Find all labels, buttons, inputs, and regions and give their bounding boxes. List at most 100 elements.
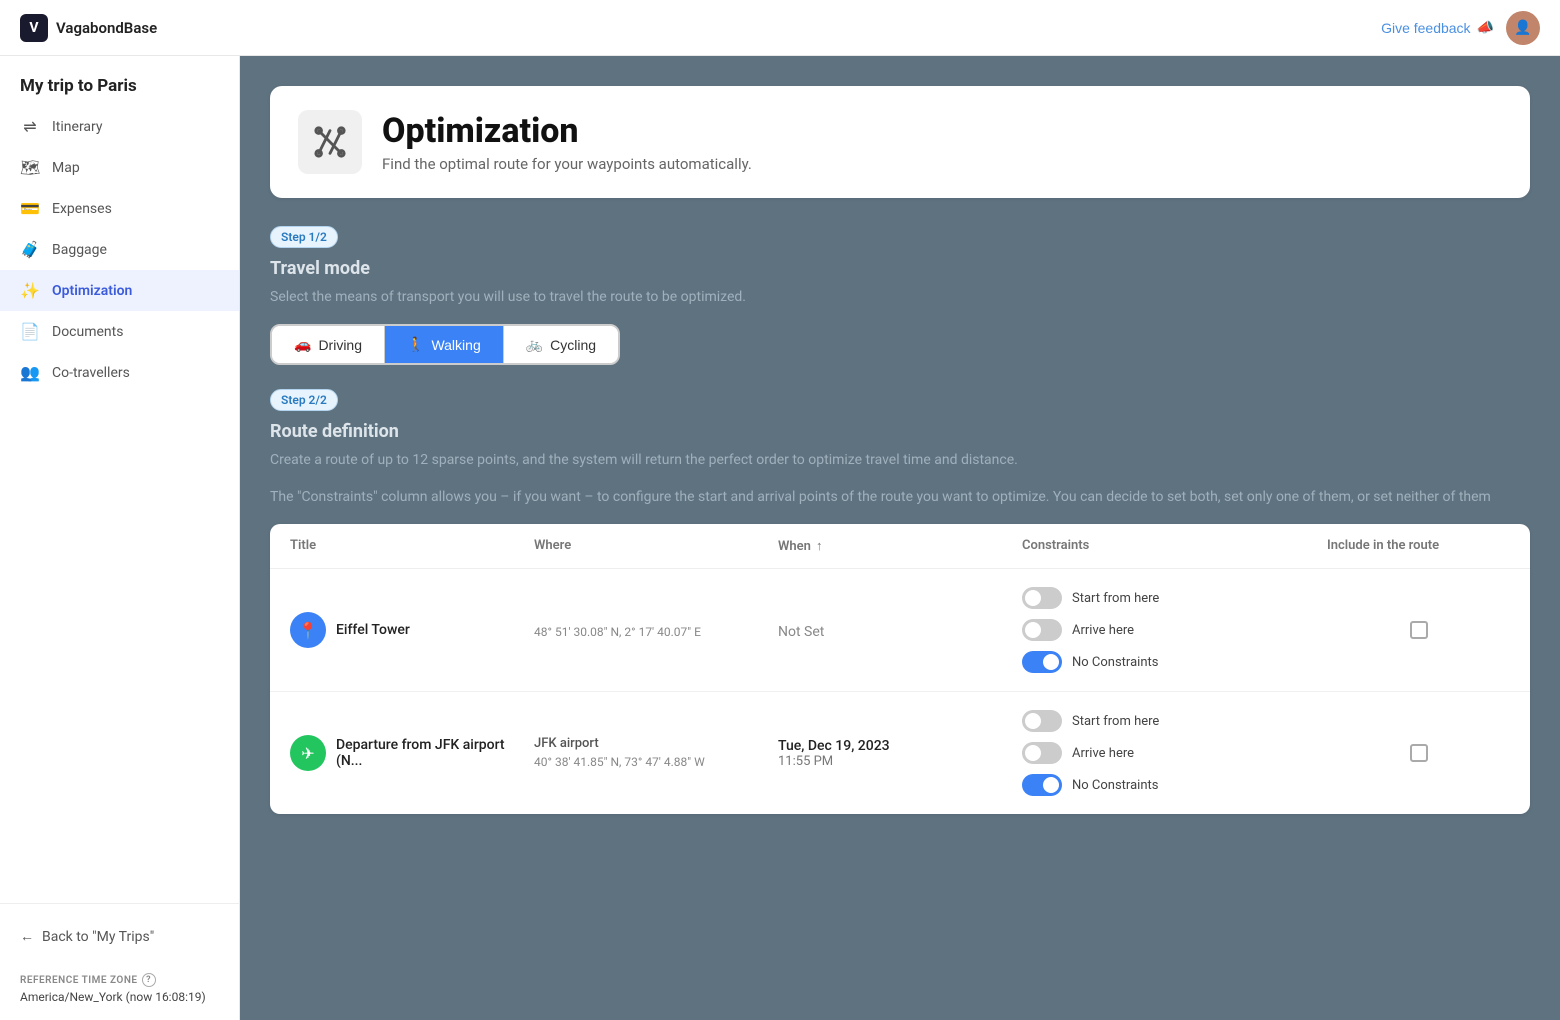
arrive-here-label: Arrive here xyxy=(1072,623,1134,638)
walking-label: Walking xyxy=(431,337,480,353)
start-from-here-row-eiffel: Start from here xyxy=(1022,587,1327,609)
when-eiffel: Not Set xyxy=(778,621,1022,640)
sidebar-item-label: Itinerary xyxy=(52,119,103,135)
step2-desc1: Create a route of up to 12 sparse points… xyxy=(270,450,1530,471)
place-cell-eiffel: 📍 Eiffel Tower xyxy=(290,612,534,648)
optimization-header-card: Optimization Find the optimal route for … xyxy=(270,86,1530,198)
no-constraints-row-jfk: No Constraints xyxy=(1022,774,1327,796)
arrive-here-toggle-jfk[interactable] xyxy=(1022,742,1062,764)
sidebar-item-label: Co-travellers xyxy=(52,365,130,381)
step1-desc: Select the means of transport you will u… xyxy=(270,287,1530,308)
top-navigation: V VagabondBase Give feedback 📣 👤 xyxy=(0,0,1560,56)
include-checkbox-jfk[interactable] xyxy=(1410,744,1428,762)
sidebar-item-map[interactable]: 🗺 Map xyxy=(0,147,239,188)
sidebar-nav: ⇌ Itinerary 🗺 Map 💳 Expenses 🧳 Baggage ✨… xyxy=(0,106,239,903)
sidebar-item-expenses[interactable]: 💳 Expenses xyxy=(0,188,239,229)
no-constraints-label: No Constraints xyxy=(1072,655,1158,670)
give-feedback-button[interactable]: Give feedback 📣 xyxy=(1381,19,1494,36)
place-cell-jfk: ✈ Departure from JFK airport (N... xyxy=(290,735,534,771)
col-title-header: Title xyxy=(290,538,534,554)
route-table-header: Title Where When ↑ Constraints Include i… xyxy=(270,524,1530,569)
step2-section: Step 2/2 Route definition Create a route… xyxy=(270,389,1530,814)
place-icon-jfk: ✈ xyxy=(290,735,326,771)
driving-icon: 🚗 xyxy=(294,336,311,353)
arrive-here-label-jfk: Arrive here xyxy=(1072,746,1134,761)
sidebar: My trip to Paris ⇌ Itinerary 🗺 Map 💳 Exp… xyxy=(0,56,240,1020)
start-from-here-row-jfk: Start from here xyxy=(1022,710,1327,732)
sidebar-item-co-travellers[interactable]: 👥 Co-travellers xyxy=(0,352,239,393)
col-where-header: Where xyxy=(534,538,778,554)
travel-mode-group: 🚗 Driving 🚶 Walking 🚲 Cycling xyxy=(270,324,620,365)
start-from-here-toggle-eiffel[interactable] xyxy=(1022,587,1062,609)
table-row: 📍 Eiffel Tower 48° 51' 30.08" N, 2° 17' … xyxy=(270,569,1530,692)
arrive-here-row-jfk: Arrive here xyxy=(1022,742,1327,764)
col-when-header: When ↑ xyxy=(778,538,1022,554)
step1-badge: Step 1/2 xyxy=(270,226,338,248)
sidebar-bottom: ← Back to "My Trips" xyxy=(0,903,239,963)
optimization-title: Optimization xyxy=(382,111,752,151)
walking-icon: 🚶 xyxy=(407,336,424,353)
expenses-icon: 💳 xyxy=(20,199,40,218)
main-content: Optimization Find the optimal route for … xyxy=(240,56,1560,1020)
logo-icon: V xyxy=(20,14,48,42)
include-col-jfk xyxy=(1327,744,1510,762)
route-table: Title Where When ↑ Constraints Include i… xyxy=(270,524,1530,814)
step1-title: Travel mode xyxy=(270,258,1530,279)
avatar[interactable]: 👤 xyxy=(1506,11,1540,45)
driving-label: Driving xyxy=(318,337,362,353)
sidebar-item-itinerary[interactable]: ⇌ Itinerary xyxy=(0,106,239,147)
sidebar-item-label: Map xyxy=(52,160,80,176)
step2-desc2: The "Constraints" column allows you – if… xyxy=(270,487,1530,508)
coords-eiffel: 48° 51' 30.08" N, 2° 17' 40.07" E xyxy=(534,621,778,640)
arrive-here-toggle-eiffel[interactable] xyxy=(1022,619,1062,641)
co-travellers-icon: 👥 xyxy=(20,363,40,382)
trip-title: My trip to Paris xyxy=(0,56,239,106)
constraints-eiffel: Start from here Arrive here No Constrain… xyxy=(1022,587,1327,673)
timezone-section: REFERENCE TIME ZONE ? America/New_York (… xyxy=(0,963,239,1020)
sort-icon[interactable]: ↑ xyxy=(816,538,823,554)
arrive-here-row-eiffel: Arrive here xyxy=(1022,619,1327,641)
no-constraints-toggle-jfk[interactable] xyxy=(1022,774,1062,796)
step1-section: Step 1/2 Travel mode Select the means of… xyxy=(270,226,1530,365)
no-constraints-label-jfk: No Constraints xyxy=(1072,778,1158,793)
back-arrow-icon: ← xyxy=(20,928,34,945)
constraints-jfk: Start from here Arrive here No Constrain… xyxy=(1022,710,1327,796)
step2-title: Route definition xyxy=(270,421,1530,442)
itinerary-icon: ⇌ xyxy=(20,117,40,136)
sidebar-item-label: Documents xyxy=(52,324,123,340)
sidebar-item-optimization[interactable]: ✨ Optimization xyxy=(0,270,239,311)
col-include-header: Include in the route xyxy=(1327,538,1510,554)
back-to-my-trips-button[interactable]: ← Back to "My Trips" xyxy=(20,920,219,953)
jfk-airport-label: JFK airport xyxy=(534,736,778,751)
tz-info-icon: ? xyxy=(142,973,156,987)
sidebar-item-baggage[interactable]: 🧳 Baggage xyxy=(0,229,239,270)
start-from-here-label-jfk: Start from here xyxy=(1072,714,1159,729)
optimization-header-text: Optimization Find the optimal route for … xyxy=(382,111,752,173)
brand-name: VagabondBase xyxy=(56,19,157,37)
place-name-jfk: Departure from JFK airport (N... xyxy=(336,737,534,769)
documents-icon: 📄 xyxy=(20,322,40,341)
include-col-eiffel xyxy=(1327,621,1510,639)
start-from-here-toggle-jfk[interactable] xyxy=(1022,710,1062,732)
sidebar-item-label: Expenses xyxy=(52,201,112,217)
back-label: Back to "My Trips" xyxy=(42,929,154,945)
coords-jfk: JFK airport 40° 38' 41.85" N, 73° 47' 4.… xyxy=(534,736,778,770)
place-icon-eiffel: 📍 xyxy=(290,612,326,648)
sidebar-item-documents[interactable]: 📄 Documents xyxy=(0,311,239,352)
optimization-card-icon xyxy=(298,110,362,174)
travel-mode-driving[interactable]: 🚗 Driving xyxy=(272,326,385,363)
sidebar-item-label: Baggage xyxy=(52,242,107,258)
brand-area: V VagabondBase xyxy=(20,14,157,42)
travel-mode-cycling[interactable]: 🚲 Cycling xyxy=(504,326,618,363)
sidebar-item-label: Optimization xyxy=(52,283,132,299)
start-from-here-label: Start from here xyxy=(1072,591,1159,606)
no-constraints-toggle-eiffel[interactable] xyxy=(1022,651,1062,673)
col-constraints-header: Constraints xyxy=(1022,538,1327,554)
tz-label: REFERENCE TIME ZONE ? xyxy=(20,973,219,987)
no-constraints-row-eiffel: No Constraints xyxy=(1022,651,1327,673)
travel-mode-walking[interactable]: 🚶 Walking xyxy=(385,326,504,363)
step2-badge: Step 2/2 xyxy=(270,389,338,411)
place-name-eiffel: Eiffel Tower xyxy=(336,622,410,638)
include-checkbox-eiffel[interactable] xyxy=(1410,621,1428,639)
optimization-icon: ✨ xyxy=(20,281,40,300)
